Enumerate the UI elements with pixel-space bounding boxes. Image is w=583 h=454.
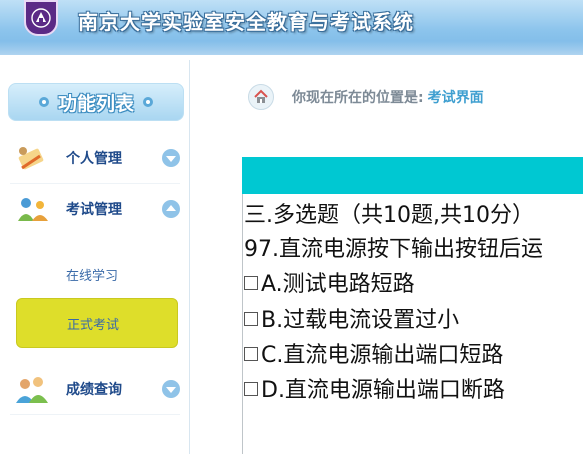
option-label: D.直流电源输出端口断路 (261, 378, 505, 403)
option-a[interactable]: A.测试电路短路 (244, 266, 415, 298)
sidebar-item-scores[interactable]: 成绩查询 (10, 366, 186, 412)
divider (10, 414, 180, 415)
sidebar: 功能列表 个人管理 考试管理 在线学习 正式考试 成绩查询 (0, 60, 190, 454)
sidebar-item-exam[interactable]: 考试管理 (10, 186, 186, 232)
breadcrumb-current[interactable]: 考试界面 (428, 87, 484, 107)
option-label: A.测试电路短路 (261, 272, 415, 297)
option-b[interactable]: B.过载电流设置过小 (244, 302, 459, 334)
menu-title: 功能列表 (8, 83, 184, 121)
option-checkbox[interactable] (244, 312, 258, 326)
breadcrumb-prefix: 你现在所在的位置是: (292, 90, 424, 106)
option-label: C.直流电源输出端口短路 (261, 343, 504, 368)
chevron-down-icon[interactable] (162, 149, 180, 167)
sidebar-item-label: 个人管理 (66, 151, 122, 167)
personal-management-icon (14, 142, 50, 174)
option-d[interactable]: D.直流电源输出端口断路 (244, 372, 505, 404)
sidebar-item-label: 考试管理 (66, 202, 122, 218)
section-title: 三.多选题（共10题,共10分） (244, 203, 534, 228)
menu-title-label: 功能列表 (57, 92, 134, 115)
menu-title-dot-left (38, 97, 49, 107)
sidebar-item-personal[interactable]: 个人管理 (10, 135, 186, 181)
option-c[interactable]: C.直流电源输出端口短路 (244, 337, 503, 369)
divider (10, 183, 180, 184)
sub-item-online-study[interactable]: 在线学习 (66, 265, 118, 284)
chevron-up-icon[interactable] (162, 200, 180, 218)
sub-item-formal-exam[interactable]: 正式考试 (16, 298, 178, 348)
score-query-icon (14, 373, 50, 405)
sidebar-item-label: 成绩查询 (66, 382, 122, 398)
university-emblem-icon (24, 0, 58, 36)
home-icon[interactable] (248, 84, 274, 110)
option-checkbox[interactable] (244, 382, 258, 396)
option-checkbox[interactable] (244, 347, 258, 361)
app-header: 南京大学实验室安全教育与考试系统 (0, 0, 583, 55)
exam-panel-header (242, 157, 583, 194)
option-checkbox[interactable] (244, 276, 258, 290)
exam-management-icon (14, 193, 50, 225)
chevron-down-icon[interactable] (162, 380, 180, 398)
breadcrumb: 你现在所在的位置是: 考试界面 (248, 84, 484, 110)
question-text: 97.直流电源按下输出按钮后运 (244, 237, 543, 262)
menu-title-dot-right (143, 97, 153, 107)
sub-item-label: 正式考试 (67, 317, 120, 333)
option-label: B.过载电流设置过小 (261, 308, 460, 333)
site-title: 南京大学实验室安全教育与考试系统 (78, 10, 414, 34)
